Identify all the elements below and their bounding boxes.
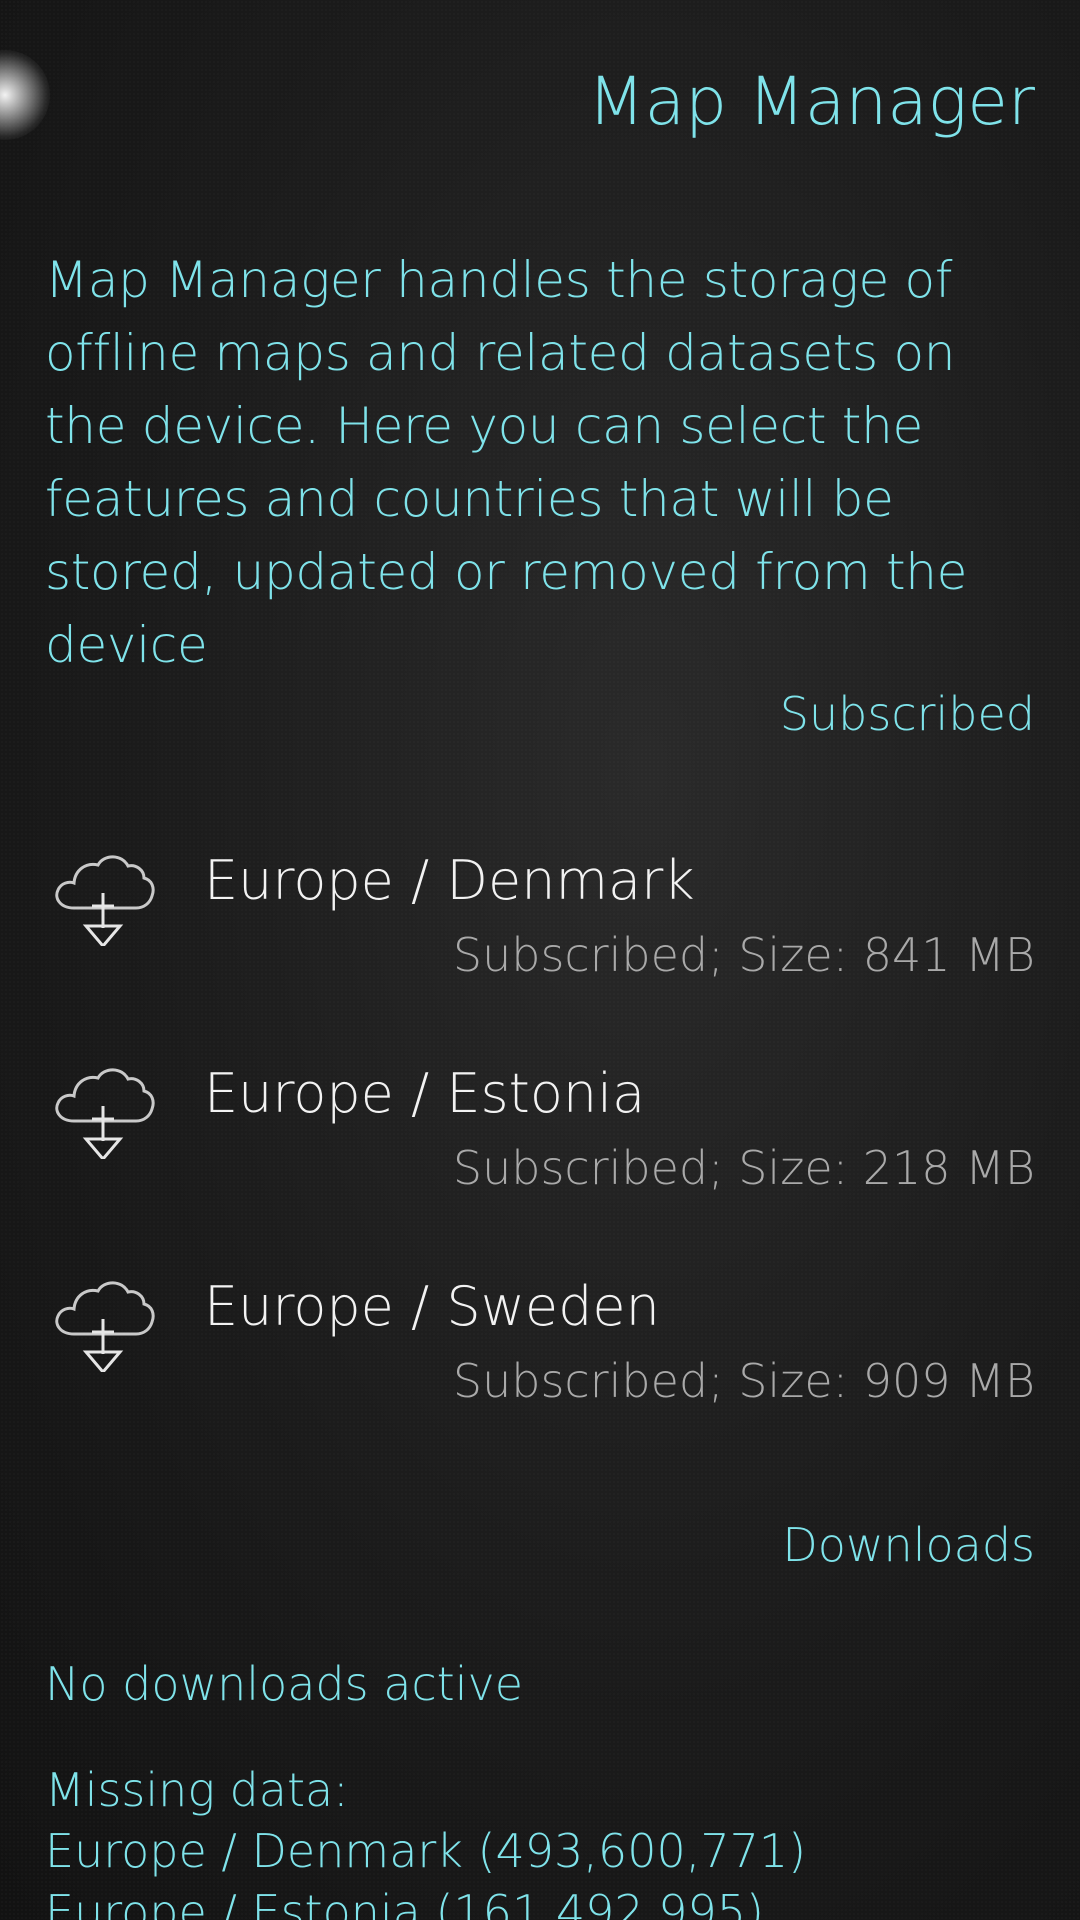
map-status: Subscribed; Size: 909 MB [452, 1354, 1035, 1408]
map-status: Subscribed; Size: 841 MB [452, 928, 1035, 982]
list-item-sweden[interactable]: Europe / Sweden Subscribed; Size: 909 MB [0, 1272, 1080, 1462]
map-status: Subscribed; Size: 218 MB [452, 1141, 1035, 1195]
missing-data-label: Missing data: [45, 1763, 349, 1817]
cloud-download-icon [55, 1068, 155, 1159]
missing-data-item: Europe / Estonia (161,492,995) [45, 1885, 764, 1920]
list-item-denmark[interactable]: Europe / Denmark Subscribed; Size: 841 M… [0, 846, 1080, 1036]
map-name: Europe / Denmark [204, 849, 695, 912]
downloads-status: No downloads active [45, 1657, 524, 1711]
cloud-download-icon [55, 855, 155, 946]
cloud-download-icon [55, 1281, 155, 1372]
intro-description: Map Manager handles the storage of offli… [45, 251, 968, 674]
page-title: Map Manager [587, 63, 1035, 140]
map-name: Europe / Sweden [204, 1275, 660, 1338]
map-name: Europe / Estonia [204, 1062, 646, 1125]
missing-data-item: Europe / Denmark (493,600,771) [45, 1824, 807, 1878]
list-item-estonia[interactable]: Europe / Estonia Subscribed; Size: 218 M… [0, 1059, 1080, 1249]
section-header-subscribed: Subscribed [779, 687, 1035, 741]
missing-data-list: Missing data: Europe / Denmark (493,600,… [45, 1760, 806, 1920]
section-header-downloads: Downloads [782, 1518, 1035, 1572]
pulley-menu-indicator[interactable] [0, 50, 50, 140]
